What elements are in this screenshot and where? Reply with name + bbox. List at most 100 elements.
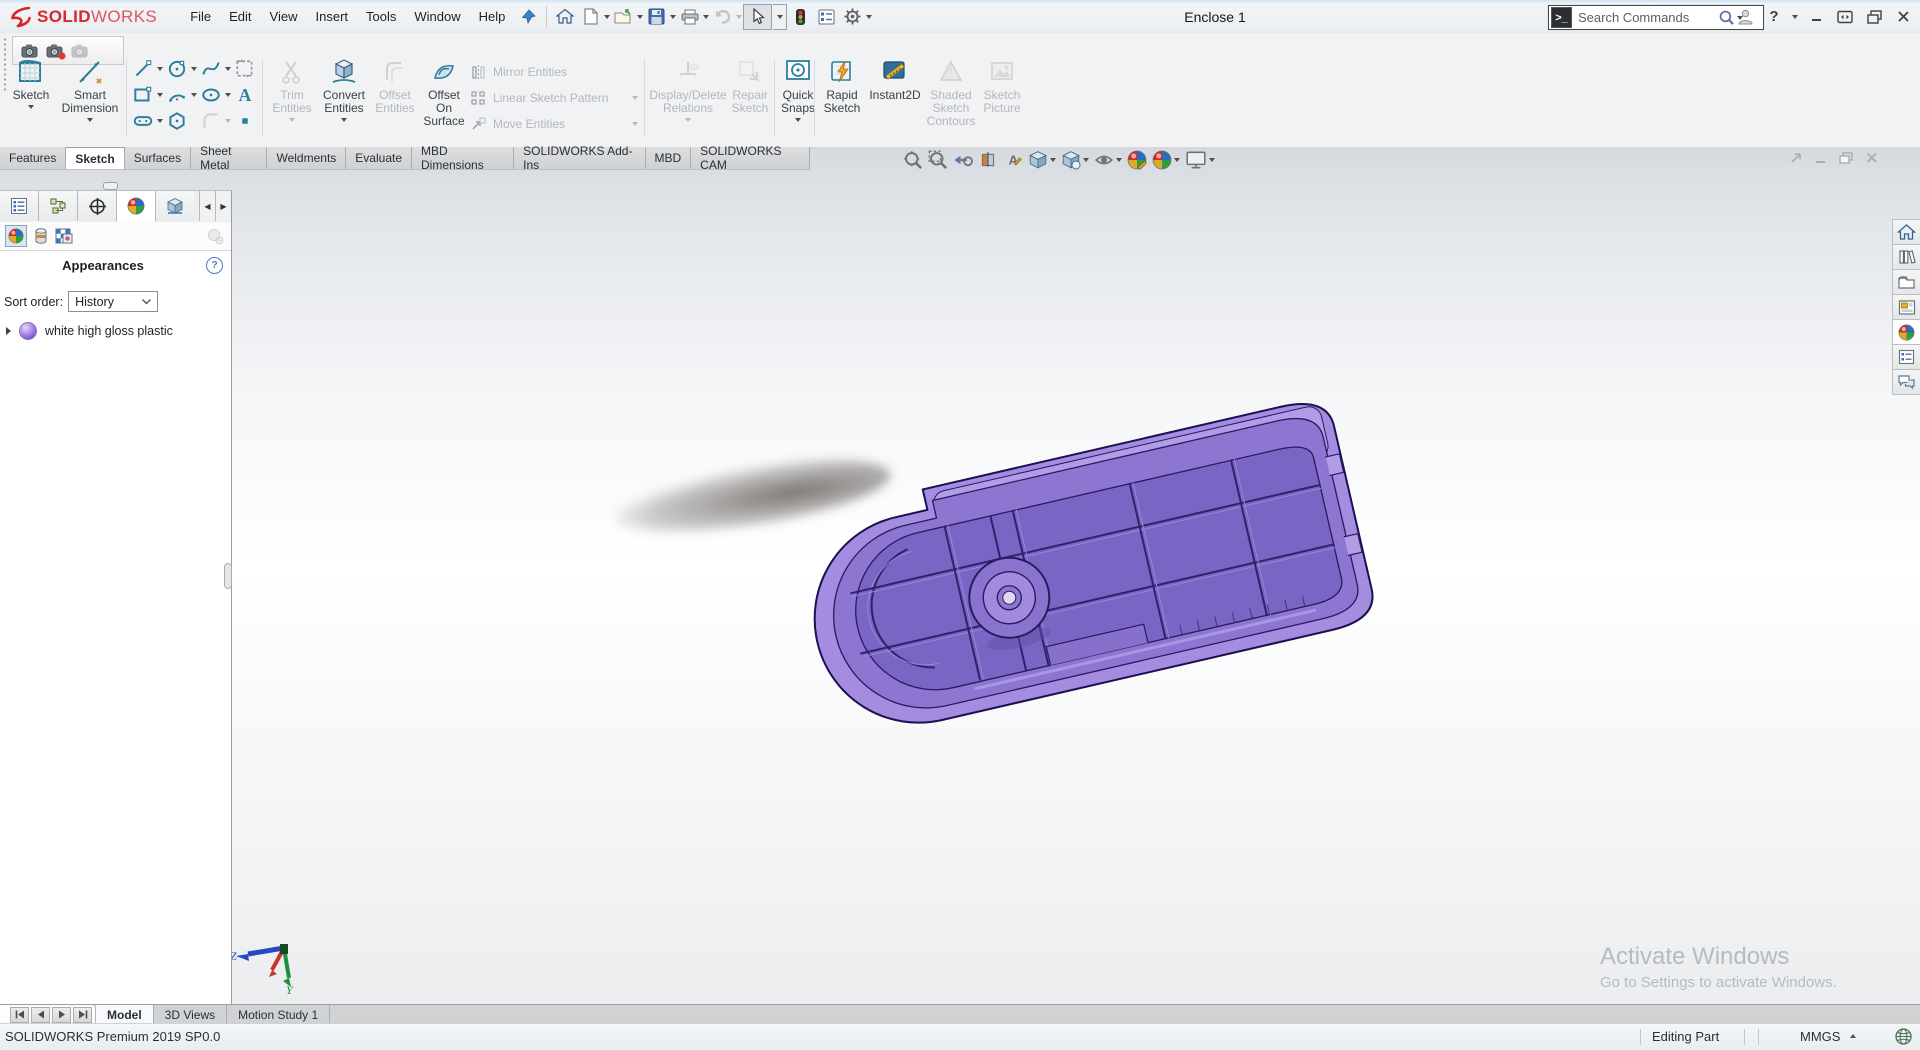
- move-entities-dropdown[interactable]: [632, 122, 638, 126]
- tab-display-manager[interactable]: [117, 191, 156, 222]
- tab-mbd-dimensions[interactable]: MBD Dimensions: [412, 147, 514, 169]
- repair-sketch-button[interactable]: Repair Sketch: [728, 55, 772, 115]
- tab-dimxpert-manager[interactable]: [156, 191, 194, 221]
- circle-tool[interactable]: [166, 57, 197, 81]
- tab-solidworks-add-ins[interactable]: SOLIDWORKS Add-Ins: [514, 147, 645, 169]
- tab-solidworks-cam[interactable]: SOLIDWORKS CAM: [691, 147, 810, 169]
- close-button[interactable]: [1892, 6, 1914, 28]
- hide-show-dropdown[interactable]: [1116, 158, 1122, 162]
- design-library-button[interactable]: [1892, 245, 1920, 270]
- smart-dimension-dropdown[interactable]: [87, 118, 93, 122]
- options-dropdown[interactable]: [866, 15, 872, 19]
- tab-feature-manager[interactable]: [0, 191, 39, 221]
- new-document-dropdown[interactable]: [604, 15, 610, 19]
- menu-insert[interactable]: Insert: [307, 9, 358, 24]
- select-dropdown[interactable]: [773, 4, 787, 30]
- first-tab-button[interactable]: [10, 1007, 29, 1023]
- tab-scroll-left[interactable]: ◀: [199, 191, 215, 221]
- save-dropdown[interactable]: [670, 15, 676, 19]
- menu-tools[interactable]: Tools: [357, 9, 405, 24]
- tab-model[interactable]: Model: [96, 1005, 154, 1024]
- sketch-button[interactable]: Sketch: [6, 55, 56, 109]
- print-button[interactable]: [677, 5, 702, 29]
- select-button[interactable]: [743, 4, 772, 30]
- fillet-dropdown[interactable]: [225, 119, 231, 123]
- part-3d-model[interactable]: [600, 398, 1400, 748]
- display-delete-dropdown[interactable]: [685, 118, 691, 122]
- undo-button[interactable]: [710, 5, 735, 29]
- slot-dropdown[interactable]: [157, 119, 163, 123]
- display-delete-relations-button[interactable]: Display/Delete Relations: [650, 55, 726, 122]
- search-commands-input[interactable]: [1576, 9, 1718, 26]
- spline-tool[interactable]: [200, 57, 231, 81]
- units-dropdown[interactable]: [1850, 1034, 1856, 1038]
- last-tab-button[interactable]: [73, 1007, 92, 1023]
- line-tool[interactable]: [132, 57, 163, 81]
- pin-menu-button[interactable]: [516, 5, 541, 29]
- linear-pattern-dropdown[interactable]: [632, 96, 638, 100]
- smart-dimension-button[interactable]: Smart Dimension: [58, 55, 122, 122]
- sort-order-select[interactable]: History: [68, 291, 158, 312]
- menu-view[interactable]: View: [261, 9, 307, 24]
- tab-3d-views[interactable]: 3D Views: [154, 1005, 227, 1024]
- appearance-cylinder-button[interactable]: [33, 227, 49, 245]
- open-button[interactable]: [611, 5, 636, 29]
- doc-restore-up-icon[interactable]: [1789, 151, 1803, 165]
- offset-entities-button[interactable]: Offset Entities: [372, 55, 418, 115]
- sketch-picture-button[interactable]: Sketch Picture: [978, 55, 1026, 115]
- menu-file[interactable]: File: [181, 9, 220, 24]
- task-pane-home-button[interactable]: [1892, 219, 1920, 245]
- panel-help-button[interactable]: ?: [206, 257, 223, 274]
- previous-view-button[interactable]: [953, 150, 973, 170]
- rapid-sketch-button[interactable]: Rapid Sketch: [820, 55, 864, 115]
- linear-sketch-pattern-button[interactable]: Linear Sketch Pattern: [470, 87, 638, 109]
- tab-evaluate[interactable]: Evaluate: [346, 147, 412, 169]
- restore-button[interactable]: [1863, 6, 1885, 28]
- view-settings-dropdown[interactable]: [1209, 158, 1215, 162]
- tab-features[interactable]: Features: [0, 147, 66, 169]
- zoom-fit-button[interactable]: [903, 150, 923, 170]
- help-button[interactable]: ?: [1763, 6, 1785, 28]
- selection-box-tool[interactable]: [234, 57, 256, 81]
- file-explorer-button[interactable]: [1892, 270, 1920, 295]
- doc-minimize-icon[interactable]: [1814, 151, 1828, 165]
- next-tab-button[interactable]: [52, 1007, 71, 1023]
- appearance-tree-item[interactable]: white high gloss plastic: [6, 322, 173, 340]
- tab-motion-study-1[interactable]: Motion Study 1: [227, 1005, 330, 1024]
- home-button[interactable]: [552, 5, 577, 29]
- minimize-button[interactable]: [1805, 6, 1827, 28]
- new-document-button[interactable]: [578, 5, 603, 29]
- doc-restore-icon[interactable]: [1839, 151, 1854, 165]
- arc-dropdown[interactable]: [191, 93, 197, 97]
- display-style-button[interactable]: [1061, 150, 1089, 170]
- help-dropdown[interactable]: [1792, 15, 1798, 19]
- status-units[interactable]: MMGS: [1800, 1029, 1840, 1044]
- slot-tool[interactable]: [132, 109, 163, 133]
- quick-snaps-dropdown[interactable]: [795, 118, 801, 122]
- doc-close-icon[interactable]: [1865, 151, 1879, 165]
- custom-properties-button[interactable]: [1892, 345, 1920, 370]
- stretch-button[interactable]: [1834, 6, 1856, 28]
- edit-appearance-button[interactable]: [1127, 150, 1147, 170]
- display-style-dropdown[interactable]: [1083, 158, 1089, 162]
- panel-edge-handle[interactable]: [224, 563, 232, 589]
- instant2d-button[interactable]: Instant2D: [866, 55, 924, 102]
- arc-tool[interactable]: [166, 83, 197, 107]
- hide-show-items-button[interactable]: [1094, 150, 1122, 170]
- tab-weldments[interactable]: Weldments: [267, 147, 346, 169]
- decals-button[interactable]: [55, 228, 73, 244]
- rectangle-tool[interactable]: [132, 83, 163, 107]
- trim-entities-dropdown[interactable]: [289, 118, 295, 122]
- undo-dropdown[interactable]: [736, 15, 742, 19]
- mirror-entities-button[interactable]: Mirror Entities: [470, 61, 638, 83]
- text-tool[interactable]: A: [234, 83, 256, 107]
- fillet-tool[interactable]: [200, 109, 231, 133]
- annotations-button[interactable]: A: [1003, 150, 1023, 170]
- point-tool[interactable]: [234, 109, 256, 133]
- options-button[interactable]: [840, 5, 865, 29]
- rebuild-button[interactable]: [788, 5, 813, 29]
- view-orientation-button[interactable]: [1028, 150, 1056, 170]
- tab-surfaces[interactable]: Surfaces: [125, 147, 191, 169]
- tab-sketch[interactable]: Sketch: [66, 147, 124, 169]
- graphics-viewport[interactable]: A: [0, 147, 1920, 1004]
